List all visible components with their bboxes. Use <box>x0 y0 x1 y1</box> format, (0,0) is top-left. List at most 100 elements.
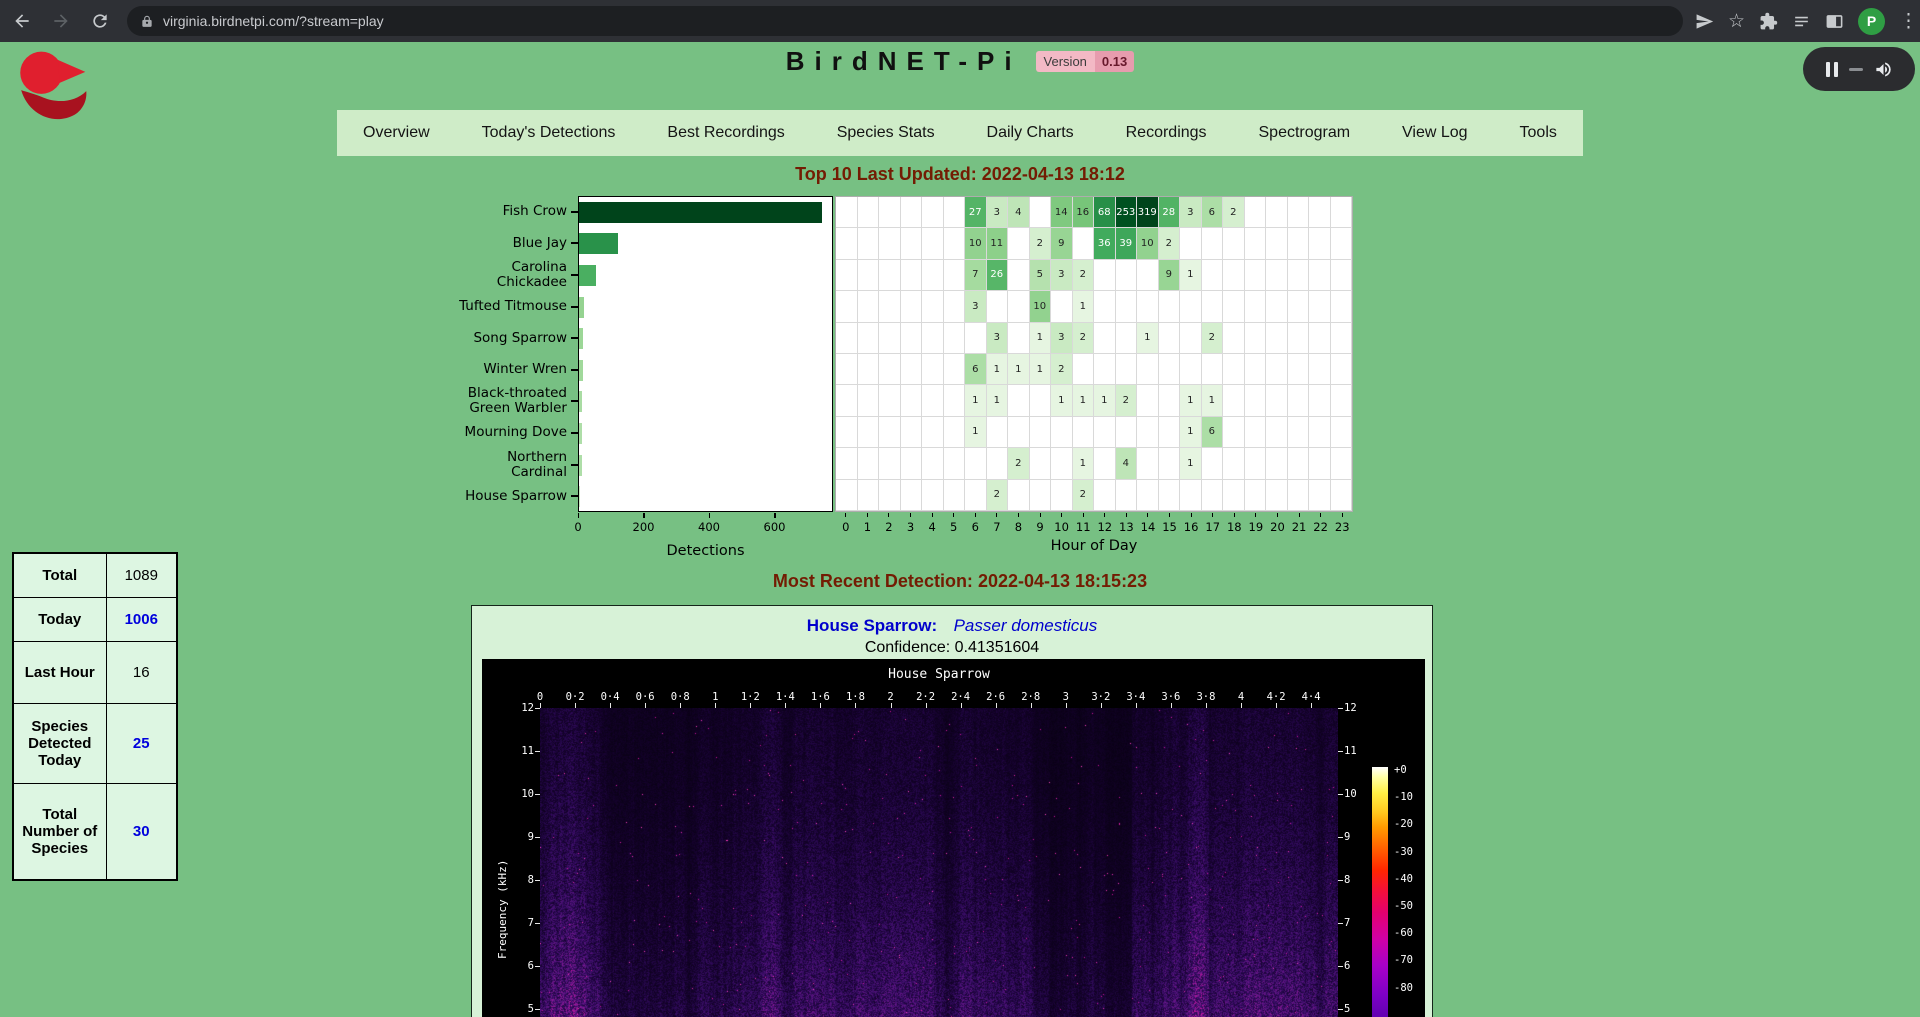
spectrogram-colorbar <box>1372 767 1388 1017</box>
heatmap-cell-empty <box>1180 354 1202 385</box>
audio-player[interactable] <box>1803 47 1915 91</box>
sg-freq-tick-right: 8 <box>1344 874 1394 886</box>
pause-icon[interactable] <box>1826 62 1838 77</box>
heatmap-cell-empty <box>1116 480 1138 511</box>
profile-avatar[interactable]: P <box>1858 8 1885 35</box>
sg-time-tick-mark <box>961 703 962 708</box>
heatmap-cell-empty <box>1159 291 1181 322</box>
heatmap-cell-empty <box>1223 228 1245 259</box>
heatmap-cell-empty <box>1094 291 1116 322</box>
stats-row-total-number-of-species: Total Number of Species30 <box>13 783 177 880</box>
heatmap-cell-empty <box>1288 480 1310 511</box>
heatmap-cell-empty <box>1051 480 1073 511</box>
sg-time-tick: 4·4 <box>1294 691 1328 703</box>
sg-time-tick: 4·2 <box>1259 691 1293 703</box>
nav-item-spectrogram[interactable]: Spectrogram <box>1259 124 1351 142</box>
heatmap-cell: 3 <box>1180 197 1202 228</box>
nav-item-daily-charts[interactable]: Daily Charts <box>987 124 1074 142</box>
heatmap-cell-empty <box>1202 228 1224 259</box>
detection-scientific-name[interactable]: Passer domesticus <box>954 616 1098 635</box>
hour-tick-mark <box>932 513 933 517</box>
heatmap-cell-empty <box>922 480 944 511</box>
kebab-menu-icon[interactable]: ⋮ <box>1899 12 1918 31</box>
send-icon[interactable] <box>1695 12 1714 31</box>
heatmap-cell-empty <box>836 291 858 322</box>
hour-tick-mark <box>1277 513 1278 517</box>
heatmap-cell-empty <box>879 385 901 416</box>
hour-tick-label: 0 <box>836 520 856 534</box>
nav-item-recordings[interactable]: Recordings <box>1126 124 1207 142</box>
sg-time-tick-mark <box>785 703 786 708</box>
heatmap-cell-empty <box>1030 448 1052 479</box>
stat-value-species-detected-today[interactable]: 25 <box>106 703 177 783</box>
address-bar[interactable]: virginia.birdnetpi.com/?stream=play <box>127 6 1683 36</box>
detections-bar-song-sparrow <box>579 328 583 349</box>
heatmap-cell-empty <box>1137 417 1159 448</box>
heatmap-cell-empty <box>858 291 880 322</box>
nav-item-view-log[interactable]: View Log <box>1402 124 1468 142</box>
heatmap-cell-empty <box>1094 480 1116 511</box>
heatmap-cell: 14 <box>1051 197 1073 228</box>
sg-time-tick: 0·8 <box>663 691 697 703</box>
nav-item-overview[interactable]: Overview <box>363 124 430 142</box>
species-label-blue-jay: Blue Jay <box>395 228 567 260</box>
side-panel-icon[interactable] <box>1825 12 1844 31</box>
bar-tick-label: 600 <box>757 520 793 534</box>
heatmap-cell-empty <box>1202 260 1224 291</box>
seek-dash[interactable] <box>1849 68 1863 71</box>
detections-bar-blue-jay <box>579 233 618 254</box>
heatmap-cell-empty <box>1331 417 1353 448</box>
y-tick-mark <box>571 400 578 402</box>
heatmap-cell: 2 <box>1073 323 1095 354</box>
hour-tick-label: 19 <box>1246 520 1266 534</box>
heatmap-cell-empty <box>922 291 944 322</box>
stat-value-today[interactable]: 1006 <box>106 597 177 641</box>
heatmap-cell: 1 <box>987 354 1009 385</box>
nav-item-today-s-detections[interactable]: Today's Detections <box>482 124 616 142</box>
heatmap-cell-empty <box>922 260 944 291</box>
heatmap-cell-empty <box>1008 385 1030 416</box>
forward-button[interactable] <box>44 4 78 38</box>
heatmap-cell-empty <box>858 480 880 511</box>
hour-tick-label: 8 <box>1008 520 1028 534</box>
detection-species-link[interactable]: House Sparrow: <box>807 616 937 635</box>
hour-tick-mark <box>1061 513 1062 517</box>
hour-tick-label: 17 <box>1203 520 1223 534</box>
heatmap-cell: 1 <box>1137 323 1159 354</box>
heatmap-cell-empty <box>1008 323 1030 354</box>
volume-icon[interactable] <box>1874 60 1893 79</box>
heatmap-cell-empty <box>1331 323 1353 354</box>
reading-list-icon[interactable] <box>1792 12 1811 31</box>
heatmap-cell-empty <box>1137 385 1159 416</box>
heatmap-cell-empty <box>1008 260 1030 291</box>
heatmap-cell: 1 <box>1180 448 1202 479</box>
stat-value-total-number-of-species[interactable]: 30 <box>106 783 177 880</box>
heatmap-cell: 2 <box>1008 448 1030 479</box>
extensions-icon[interactable] <box>1759 12 1778 31</box>
heatmap-cell-empty <box>1073 354 1095 385</box>
heatmap-cell-empty <box>1245 417 1267 448</box>
hour-tick-label: 12 <box>1095 520 1115 534</box>
hour-tick-mark <box>845 513 846 517</box>
sg-freq-tick-right: 5 <box>1344 1003 1394 1015</box>
spectrogram-image <box>540 708 1338 1017</box>
heatmap-cell: 2 <box>1051 354 1073 385</box>
reload-button[interactable] <box>83 4 117 38</box>
heatmap-cell-empty <box>1266 417 1288 448</box>
nav-item-tools[interactable]: Tools <box>1520 124 1557 142</box>
heatmap-cell-empty <box>1223 260 1245 291</box>
heatmap-cell-empty <box>1008 291 1030 322</box>
heatmap-cell-empty <box>1137 480 1159 511</box>
heatmap-cell-empty <box>1331 448 1353 479</box>
back-button[interactable] <box>5 4 39 38</box>
species-label-northern-cardinal: Northern Cardinal <box>395 449 567 481</box>
heatmap-cell-empty <box>1180 228 1202 259</box>
nav-item-species-stats[interactable]: Species Stats <box>837 124 935 142</box>
heatmap-cell: 6 <box>1202 417 1224 448</box>
heatmap-cell: 2 <box>1073 480 1095 511</box>
heatmap-cell-empty <box>901 260 923 291</box>
heatmap-cell-empty <box>1309 323 1331 354</box>
heatmap-cell-empty <box>1331 480 1353 511</box>
nav-item-best-recordings[interactable]: Best Recordings <box>667 124 784 142</box>
bookmark-star-icon[interactable]: ☆ <box>1728 12 1745 31</box>
